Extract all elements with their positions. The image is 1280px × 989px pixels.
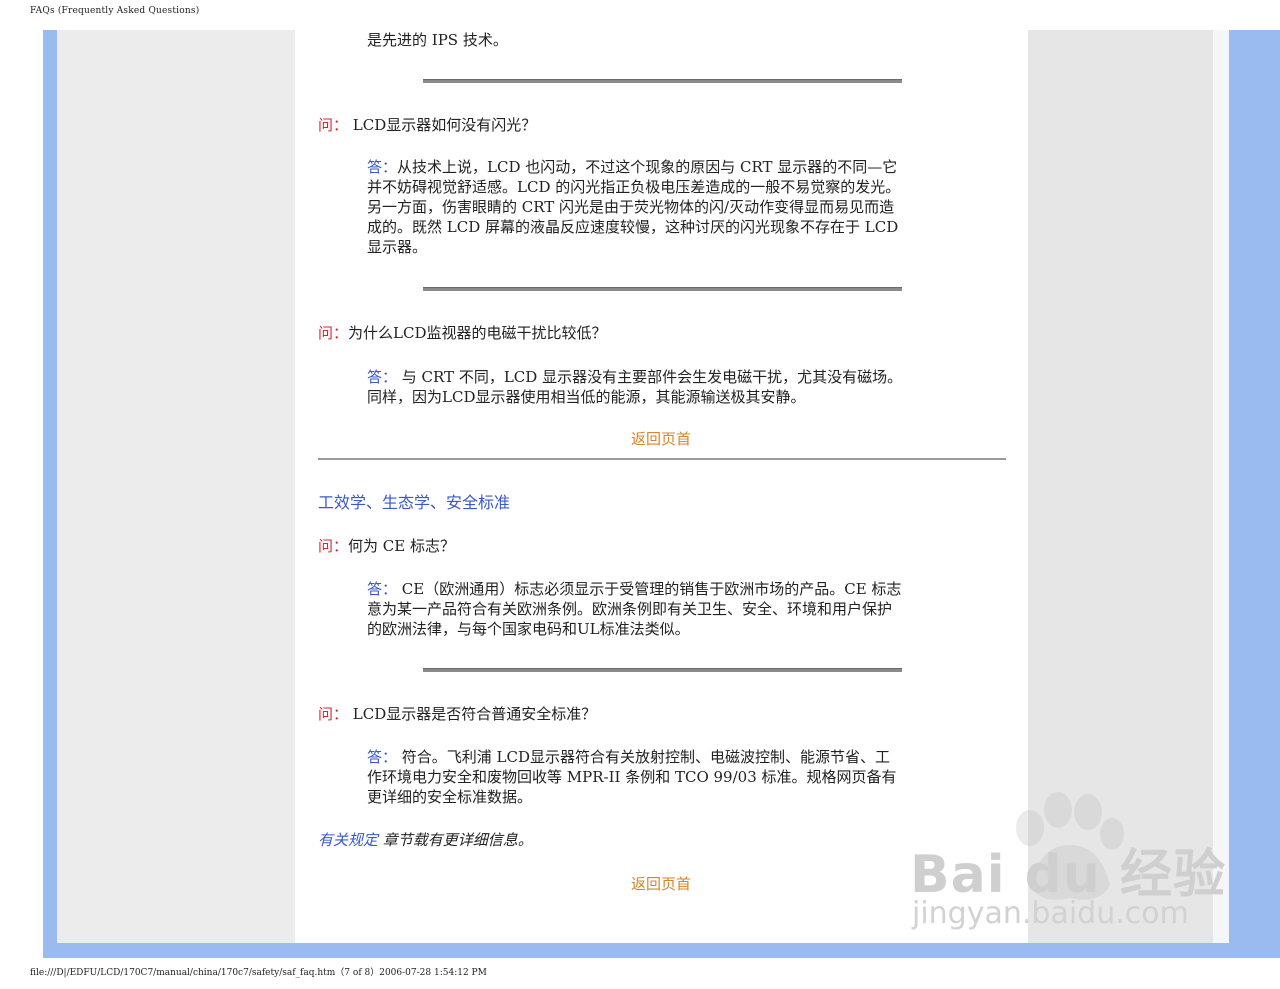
- section-divider: [318, 458, 1006, 460]
- answer-line: 与 CRT 不同，LCD 显示器没有主要部件会生发电磁干扰，尤其没有磁场。: [397, 368, 903, 386]
- divider: [423, 668, 902, 672]
- faq-answer: 答：从技术上说，LCD 也闪动，不过这个现象的原因与 CRT 显示器的不同—它 …: [367, 157, 957, 257]
- back-to-top-link[interactable]: 返回页首: [631, 874, 691, 894]
- question-label: 问：: [318, 324, 349, 342]
- answer-line: 的欧洲法律，与每个国家电码和UL标准法类似。: [367, 620, 690, 638]
- faq-question: 问： LCD显示器如何没有闪光？: [318, 115, 536, 135]
- section-title: 工效学、生态学、安全标准: [318, 493, 511, 512]
- faq-answer: 答： 符合。飞利浦 LCD显示器符合有关放射控制、电磁波控制、能源节省、工 作环…: [367, 747, 957, 807]
- divider: [423, 79, 902, 83]
- divider: [423, 287, 902, 291]
- faq-answer: 答： 与 CRT 不同，LCD 显示器没有主要部件会生发电磁干扰，尤其没有磁场。…: [367, 367, 957, 407]
- answer-line: 从技术上说，LCD 也闪动，不过这个现象的原因与 CRT 显示器的不同—它: [397, 158, 898, 176]
- print-footer-path: file:///D|/EDFU/LCD/170C7/manual/china/1…: [30, 968, 487, 978]
- question-text: LCD显示器如何没有闪光？: [352, 116, 537, 134]
- regulatory-link[interactable]: 有关规定: [318, 831, 378, 849]
- question-text: 为什么LCD监视器的电磁干扰比较低？: [348, 324, 607, 342]
- answer-line: CE（欧洲通用）标志必须显示于受管理的销售于欧洲市场的产品。CE 标志: [397, 580, 902, 598]
- right-edge-strip: [1213, 30, 1229, 943]
- answer-line: 成的。既然 LCD 屏幕的液晶反应速度较慢，这种讨厌的闪光现象不存在于 LCD: [367, 218, 899, 236]
- answer-line: 显示器。: [367, 238, 428, 256]
- answer-line: 同样，因为LCD显示器使用相当低的能源，其能源输送极其安静。: [367, 388, 806, 406]
- question-label: 问：: [318, 116, 349, 134]
- intro-tail-text: 是先进的 IPS 技术。: [367, 31, 508, 49]
- faq-question: 问：何为 CE 标志？: [318, 536, 455, 556]
- regulatory-note: 有关规定 章节载有更详细信息。: [318, 830, 533, 850]
- question-text: LCD显示器是否符合普通安全标准？: [352, 705, 597, 723]
- watermark-url: jingyan.baidu.com: [912, 896, 1189, 931]
- question-text: 何为 CE 标志？: [348, 537, 455, 555]
- answer-label: 答：: [367, 580, 398, 598]
- faq-question: 问： LCD显示器是否符合普通安全标准？: [318, 704, 596, 724]
- faq-answer: 答： CE（欧洲通用）标志必须显示于受管理的销售于欧洲市场的产品。CE 标志 意…: [367, 579, 957, 639]
- regulatory-note-text: 章节载有更详细信息。: [378, 831, 533, 849]
- print-header-title: FAQs (Frequently Asked Questions): [30, 6, 200, 16]
- answer-label: 答：: [367, 748, 398, 766]
- answer-label: 答：: [367, 368, 398, 386]
- faq-question: 问：为什么LCD监视器的电磁干扰比较低？: [318, 323, 606, 343]
- answer-line: 更详细的安全标准数据。: [367, 788, 533, 806]
- question-label: 问：: [318, 537, 349, 555]
- answer-line: 作环境电力安全和废物回收等 MPR-II 条例和 TCO 99/03 标准。规格…: [367, 768, 897, 786]
- answer-line: 并不妨碍视觉舒适感。LCD 的闪光指正负极电压差造成的一般不易觉察的发光。: [367, 178, 901, 196]
- answer-line: 另一方面，伤害眼睛的 CRT 闪光是由于荧光物体的闪/灭动作变得显而易见而造: [367, 198, 895, 216]
- answer-line: 意为某一产品符合有关欧洲条例。欧洲条例即有关卫生、安全、环境和用户保护: [367, 600, 893, 618]
- back-to-top-link[interactable]: 返回页首: [631, 429, 691, 449]
- question-label: 问：: [318, 705, 349, 723]
- answer-line: 符合。飞利浦 LCD显示器符合有关放射控制、电磁波控制、能源节省、工: [397, 748, 891, 766]
- answer-label: 答：: [367, 158, 398, 176]
- left-margin-panel: [57, 30, 295, 943]
